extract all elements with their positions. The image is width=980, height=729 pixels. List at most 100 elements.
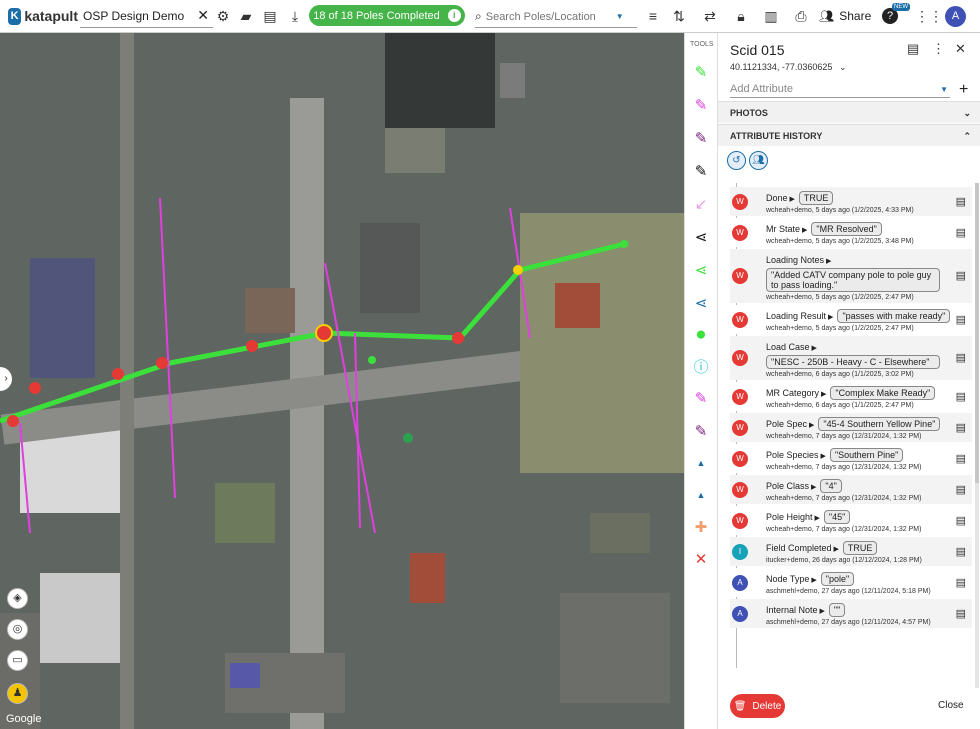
google-attribution: Google [6, 713, 42, 725]
triangle-blue-icon[interactable]: ▲ [691, 453, 711, 473]
layers-icon[interactable]: ◈ [7, 588, 28, 609]
user-avatar-icon: W [732, 311, 748, 328]
photos-section-header[interactable]: PHOTOS ⌄ [718, 101, 980, 123]
attribute-name: Pole Class [766, 481, 810, 491]
dropdown-caret-icon[interactable]: ▼ [940, 85, 948, 94]
history-entry[interactable]: W Pole Class ▶ "4" wcheah+demo, 7 days ago (… [730, 475, 972, 504]
folder-icon[interactable]: ▰ [238, 8, 254, 24]
attribute-name: Pole Species [766, 450, 819, 460]
user-filter-icon[interactable]: 👥︎ [749, 151, 768, 170]
search-box[interactable]: ⌕ ▼ [475, 6, 637, 28]
map-view[interactable]: › ◈ ◎ ▭ ♟ Google [0, 33, 684, 729]
comment-icon[interactable]: ▤ [956, 607, 966, 620]
close-icon[interactable]: ✕ [197, 7, 209, 24]
history-meta: wcheah+demo, 5 days ago (1/2/2025, 4:33 … [766, 207, 914, 214]
history-entry[interactable]: W Pole Height ▶ "45" wcheah+demo, 7 days ago… [730, 506, 972, 535]
sort-icon[interactable]: ⇅ [671, 8, 687, 24]
chevron-down-icon: ⌄ [963, 108, 971, 118]
share-nodes-blue-icon[interactable]: ⋖ [691, 294, 711, 314]
close-panel-icon[interactable]: ✕ [955, 41, 966, 57]
history-meta: aschmehl+demo, 27 days ago (12/11/2024, … [766, 619, 931, 626]
attribute-value: "4" [820, 479, 842, 493]
history-filter-icon[interactable]: ↺ [727, 151, 746, 170]
history-meta: wcheah+demo, 5 days ago (1/2/2025, 3:48 … [766, 238, 914, 245]
arrow-icon[interactable]: ↙ [691, 195, 711, 215]
green-circle-icon[interactable]: ● [691, 325, 711, 345]
magenta-pencil-2-icon[interactable]: ✎ [691, 389, 711, 409]
search-input[interactable] [485, 10, 616, 23]
share-nodes-icon[interactable]: ⋖ [691, 228, 711, 248]
info-icon[interactable]: i [447, 9, 461, 22]
print-icon[interactable]: ⎙ [793, 8, 809, 24]
app-logo[interactable]: K katapult [8, 7, 78, 25]
aerial-map-canvas[interactable] [0, 33, 684, 729]
magenta-pencil-icon[interactable]: ✎ [691, 96, 711, 116]
comment-icon[interactable]: ▤ [956, 452, 966, 465]
comment-icon[interactable]: ▤ [956, 269, 966, 282]
share-nodes-green-icon[interactable]: ⋖ [691, 261, 711, 281]
add-icon[interactable]: + [959, 81, 968, 99]
history-entry[interactable]: W Pole Species ▶ "Southern Pine" wcheah+demo… [730, 444, 972, 473]
caret-right-icon: ▶ [811, 345, 817, 352]
comment-icon[interactable]: ▤ [956, 313, 966, 326]
purple-pencil-2-icon[interactable]: ✎ [691, 422, 711, 442]
filter-icon[interactable]: ≡ [645, 8, 661, 24]
new-badge: NEW [892, 3, 910, 11]
user-avatar[interactable]: A [945, 6, 966, 27]
locate-icon[interactable]: ◎ [7, 619, 28, 640]
chat-icon[interactable]: ▤ [262, 8, 278, 24]
history-entry[interactable]: W Loading Notes ▶ "Added CATV company pole … [730, 249, 972, 303]
history-entry[interactable]: W Load Case ▶ "NESC - 250B - Heavy - C - El… [730, 336, 972, 380]
comment-icon[interactable]: ▤ [956, 576, 966, 589]
green-pencil-icon[interactable]: ✎ [691, 63, 711, 83]
close-button[interactable]: Close [938, 700, 964, 711]
comment-icon[interactable]: ▤ [907, 41, 919, 57]
street-view-pegman-icon[interactable]: ♟ [7, 683, 28, 704]
lock-icon[interactable]: 🔒︎ [733, 8, 749, 24]
info-circle-icon[interactable]: ⓘ [691, 358, 711, 378]
history-entry[interactable]: W Loading Result ▶ "passes with make ready"… [730, 305, 972, 334]
ruler-icon[interactable]: ▭ [7, 650, 28, 671]
red-x-icon[interactable]: ✕ [691, 550, 711, 570]
completion-status-button[interactable]: 18 of 18 Poles Completed i [309, 5, 465, 26]
caret-right-icon: ▶ [811, 577, 817, 584]
download-icon[interactable]: ⤓ [287, 8, 303, 24]
history-entry[interactable]: A Internal Note ▶ "" aschmehl+demo, 27 days … [730, 599, 972, 628]
history-entry[interactable]: W Done ▶ TRUE wcheah+demo, 5 days ago (1/2/2… [730, 187, 972, 216]
black-pencil-icon[interactable]: ✎ [691, 162, 711, 182]
apps-grid-icon[interactable]: ⋮⋮ [915, 8, 943, 24]
comment-icon[interactable]: ▤ [956, 514, 966, 527]
more-vert-icon[interactable]: ⋮ [932, 41, 945, 57]
history-entry[interactable]: W MR Category ▶ "Complex Make Ready" wcheah+… [730, 382, 972, 411]
swap-icon[interactable]: ⇄ [702, 8, 718, 24]
add-attribute-field[interactable]: Add Attribute ▼ [730, 81, 950, 98]
history-entry[interactable]: A Node Type ▶ "pole" aschmehl+demo, 27 days … [730, 568, 972, 597]
bandage-icon[interactable]: ✚ [691, 518, 711, 538]
comment-icon[interactable]: ▤ [956, 226, 966, 239]
columns-icon[interactable]: ▥ [763, 8, 779, 24]
comment-icon[interactable]: ▤ [956, 390, 966, 403]
dropdown-caret-icon[interactable]: ▼ [616, 12, 624, 21]
comment-icon[interactable]: ▤ [956, 483, 966, 496]
history-meta: wcheah+demo, 7 days ago (12/31/2024, 1:3… [766, 526, 922, 533]
scrollbar[interactable] [975, 183, 979, 688]
history-meta: aschmehl+demo, 27 days ago (12/11/2024, … [766, 588, 931, 595]
delete-button[interactable]: 🗑︎ Delete [730, 694, 785, 718]
purple-pencil-icon[interactable]: ✎ [691, 129, 711, 149]
coordinates[interactable]: 40.1121334, -77.0360625 ⌄ [730, 62, 847, 73]
history-entry[interactable]: W Pole Spec ▶ "45-4 Southern Yellow Pine" wc… [730, 413, 972, 442]
history-entry[interactable]: I Field Completed ▶ TRUE itucker+demo, 26 da… [730, 537, 972, 566]
chevron-down-icon[interactable]: ⌄ [839, 62, 847, 72]
caret-right-icon: ▶ [809, 422, 815, 429]
attribute-name: Loading Notes [766, 255, 825, 265]
triangle-dark-icon[interactable]: ▲ [691, 485, 711, 505]
history-entry[interactable]: W Mr State ▶ "MR Resolved" wcheah+demo, 5 da… [730, 218, 972, 247]
settings-gear-icon[interactable]: ⚙ [215, 8, 231, 24]
project-selector[interactable]: OSP Design Demo ✕ [80, 4, 213, 28]
attribute-history-section-header[interactable]: ATTRIBUTE HISTORY ⌃ [718, 124, 980, 146]
comment-icon[interactable]: ▤ [956, 545, 966, 558]
comment-icon[interactable]: ▤ [956, 421, 966, 434]
comment-icon[interactable]: ▤ [956, 351, 966, 364]
share-button[interactable]: 👥︎ Share [819, 5, 871, 27]
comment-icon[interactable]: ▤ [956, 195, 966, 208]
